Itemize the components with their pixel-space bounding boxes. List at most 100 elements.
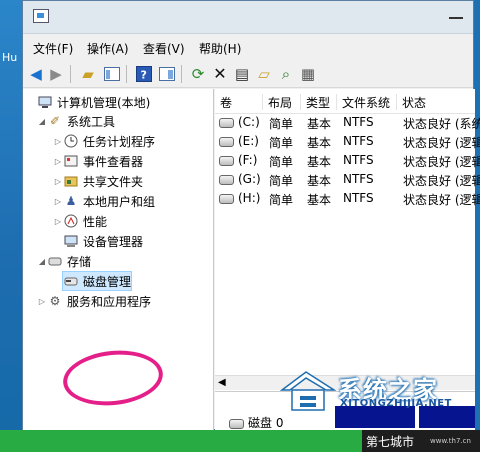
watermark-logo-icon — [279, 371, 337, 411]
volume-row[interactable]: (F:) 简单 基本 NTFS 状态良好 (逻辑 — [215, 151, 480, 170]
volume-name-cell: (E:) — [219, 134, 259, 148]
help-icon[interactable]: ? — [135, 65, 153, 83]
volume-layout-cell: 简单 — [269, 117, 294, 131]
forward-arrow-icon[interactable]: ▶ — [47, 65, 65, 83]
desktop-partial-label: Hu — [2, 51, 18, 64]
tools-icon: ✐ — [49, 114, 61, 128]
settings-icon[interactable]: ▦ — [299, 65, 317, 83]
minimize-button[interactable] — [449, 7, 463, 19]
volume-layout-cell: 简单 — [269, 193, 294, 207]
expand-arrow-icon[interactable]: ▷ — [53, 217, 63, 226]
open-folder-icon[interactable]: ▱ — [255, 65, 273, 83]
drive-icon — [219, 136, 234, 147]
scroll-left-arrow-icon[interactable]: ◀ — [218, 377, 226, 388]
back-arrow-icon[interactable]: ◀ — [27, 65, 45, 83]
show-tree-icon[interactable] — [103, 65, 121, 83]
tree-item-shared-folders[interactable]: ▷ 共享文件夹 — [53, 172, 143, 190]
volume-name-cell: (G:) — [219, 172, 261, 186]
services-icon: ⚙ — [49, 294, 61, 308]
tree-item-event-viewer[interactable]: ▷ 事件查看器 — [53, 152, 143, 170]
volume-row[interactable]: (C:) 简单 基本 NTFS 状态良好 (系统 — [215, 113, 480, 132]
storage-icon — [47, 253, 63, 269]
tree-item-label: 性能 — [83, 214, 108, 229]
volume-column-headers: 卷 布局 类型 文件系统 状态 — [215, 91, 475, 114]
volume-layout-cell: 简单 — [269, 155, 294, 169]
expand-arrow-icon[interactable]: ▷ — [53, 157, 63, 166]
volume-type-cell: 基本 — [307, 117, 332, 131]
tree-item-performance[interactable]: ▷ 性能 — [53, 212, 107, 230]
properties-icon[interactable]: ▤ — [233, 65, 251, 83]
drive-icon — [219, 155, 234, 166]
footer-site-name: 第七城市 — [366, 435, 415, 449]
computer-icon — [37, 94, 53, 110]
desktop-background — [0, 0, 22, 430]
partition-bar[interactable] — [419, 406, 475, 428]
drive-icon — [219, 174, 234, 185]
volume-type-cell: 基本 — [307, 174, 332, 188]
delete-icon[interactable]: ✕ — [211, 65, 229, 83]
computer-management-icon — [33, 9, 49, 23]
volume-fs-cell: NTFS — [343, 153, 374, 167]
volume-name-cell: (H:) — [219, 191, 260, 205]
computer-management-window: 文件(F) 操作(A) 查看(V) 帮助(H) ◀ ▶ ▰ ? ⟳ ✕ ▤ ▱ … — [22, 0, 480, 432]
column-header-volume[interactable]: 卷 — [215, 94, 263, 110]
expand-arrow-icon[interactable]: ▷ — [53, 177, 63, 186]
menu-action[interactable]: 操作(A) — [87, 40, 129, 57]
collapse-arrow-icon[interactable]: ◢ — [37, 257, 47, 266]
volume-status-cell: 状态良好 (逻辑 — [403, 193, 480, 207]
volume-fs-cell: NTFS — [343, 115, 374, 129]
column-header-filesystem[interactable]: 文件系统 — [337, 94, 397, 110]
volume-layout-cell: 简单 — [269, 136, 294, 150]
expand-arrow-icon[interactable]: ▷ — [37, 297, 47, 306]
column-header-status[interactable]: 状态 — [397, 94, 475, 110]
performance-icon — [63, 213, 79, 229]
up-folder-icon[interactable]: ▰ — [79, 65, 97, 83]
volume-row[interactable]: (E:) 简单 基本 NTFS 状态良好 (逻辑 — [215, 132, 480, 151]
svg-text:?: ? — [141, 69, 147, 82]
drive-icon — [219, 117, 234, 128]
tree-item-storage[interactable]: ◢ 存储 — [37, 252, 91, 270]
volume-row[interactable]: (G:) 简单 基本 NTFS 状态良好 (逻辑 — [215, 170, 480, 189]
toolbar-separator — [70, 65, 71, 83]
users-icon: ♟ — [65, 194, 77, 208]
expand-arrow-icon[interactable]: ▷ — [53, 137, 63, 146]
volume-layout-cell: 简单 — [269, 174, 294, 188]
menu-help[interactable]: 帮助(H) — [199, 40, 241, 57]
volume-fs-cell: NTFS — [343, 172, 374, 186]
navigation-tree-pane: 计算机管理(本地) ◢ ✐ 系统工具 ▷ 任务计划程序 ▷ 事件查看器 ▷ 共享… — [23, 89, 214, 431]
tree-item-local-users[interactable]: ▷ ♟ 本地用户和组 — [53, 192, 155, 210]
highlight-ring-annotation — [60, 345, 166, 411]
expand-arrow-icon[interactable]: ▷ — [53, 197, 63, 206]
tree-item-root[interactable]: 计算机管理(本地) — [27, 93, 150, 111]
volume-type-cell: 基本 — [307, 155, 332, 169]
watermark-url: XITONGZHIJIA.NET — [340, 398, 452, 409]
search-icon[interactable]: ⌕ — [277, 65, 295, 83]
menu-view[interactable]: 查看(V) — [143, 40, 185, 57]
column-header-layout[interactable]: 布局 — [263, 94, 301, 110]
collapse-arrow-icon[interactable]: ◢ — [37, 117, 47, 126]
partition-bar[interactable] — [335, 406, 415, 428]
tree-item-label: 事件查看器 — [83, 154, 144, 169]
refresh-icon[interactable]: ⟳ — [189, 65, 207, 83]
volume-status-cell: 状态良好 (逻辑 — [403, 136, 480, 150]
console-icon[interactable] — [158, 65, 176, 83]
tree-item-system-tools[interactable]: ◢ ✐ 系统工具 — [37, 112, 115, 130]
toolbar-separator — [181, 65, 182, 83]
tree-item-label: 设备管理器 — [83, 234, 144, 249]
tree-item-device-manager[interactable]: 设备管理器 — [63, 232, 143, 250]
footer-strip: 第七城市 www.th7.cn — [0, 430, 480, 452]
disk-0-label[interactable]: 磁盘 0 — [229, 414, 283, 431]
tree-item-label: 服务和应用程序 — [67, 294, 152, 309]
volume-fs-cell: NTFS — [343, 134, 374, 148]
volume-status-cell: 状态良好 (逻辑 — [403, 155, 480, 169]
volume-row[interactable]: (H:) 简单 基本 NTFS 状态良好 (逻辑 — [215, 189, 480, 208]
tree-item-services-apps[interactable]: ▷ ⚙ 服务和应用程序 — [37, 292, 151, 310]
title-bar[interactable] — [23, 1, 473, 34]
shared-folder-icon — [63, 173, 79, 189]
tree-item-disk-management[interactable]: 磁盘管理 — [61, 271, 133, 291]
tree-item-task-scheduler[interactable]: ▷ 任务计划程序 — [53, 132, 155, 150]
menu-file[interactable]: 文件(F) — [33, 40, 73, 57]
tree-item-label: 计算机管理(本地) — [57, 95, 151, 110]
event-log-icon — [63, 153, 79, 169]
column-header-type[interactable]: 类型 — [301, 94, 337, 110]
